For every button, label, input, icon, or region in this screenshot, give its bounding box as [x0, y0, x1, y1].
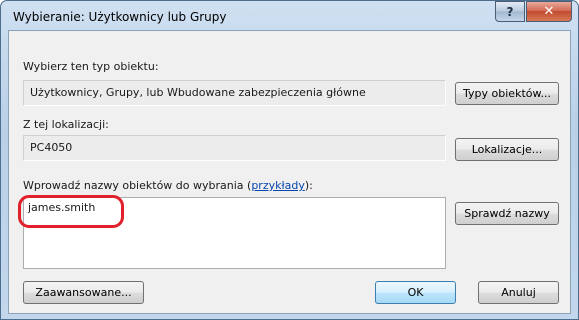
- title-bar[interactable]: Wybieranie: Użytkownicy lub Grupy ? ✕: [1, 1, 578, 31]
- names-textarea[interactable]: james.smith: [23, 197, 446, 269]
- object-type-label: Wybierz ten typ obiektu:: [23, 60, 159, 73]
- object-types-button[interactable]: Typy obiektów...: [455, 82, 559, 105]
- dialog-window: Wybieranie: Użytkownicy lub Grupy ? ✕ Wy…: [0, 0, 579, 320]
- names-value: james.smith: [28, 201, 96, 214]
- dialog-body: Wybierz ten typ obiektu: Użytkownicy, Gr…: [8, 30, 571, 314]
- window-title: Wybieranie: Użytkownicy lub Grupy: [13, 10, 227, 24]
- ok-button[interactable]: OK: [375, 281, 456, 304]
- check-names-button[interactable]: Sprawdź nazwy: [455, 202, 559, 225]
- names-label-prefix: Wprowadź nazwy obiektów do wybrania (: [23, 179, 252, 192]
- names-label-suffix: ):: [304, 179, 313, 192]
- help-button[interactable]: ?: [495, 1, 525, 22]
- cancel-button[interactable]: Anuluj: [478, 281, 559, 304]
- advanced-button[interactable]: Zaawansowane...: [23, 281, 144, 304]
- close-button[interactable]: ✕: [526, 1, 572, 22]
- object-type-field: Użytkownicy, Grupy, lub Wbudowane zabezp…: [23, 80, 446, 106]
- names-label: Wprowadź nazwy obiektów do wybrania (prz…: [23, 179, 313, 192]
- close-icon: ✕: [543, 4, 555, 19]
- help-icon: ?: [506, 4, 514, 19]
- location-label: Z tej lokalizacji:: [23, 118, 109, 131]
- examples-link[interactable]: przykłady: [251, 179, 305, 192]
- locations-button[interactable]: Lokalizacje...: [455, 138, 559, 161]
- location-field: PC4050: [23, 135, 446, 161]
